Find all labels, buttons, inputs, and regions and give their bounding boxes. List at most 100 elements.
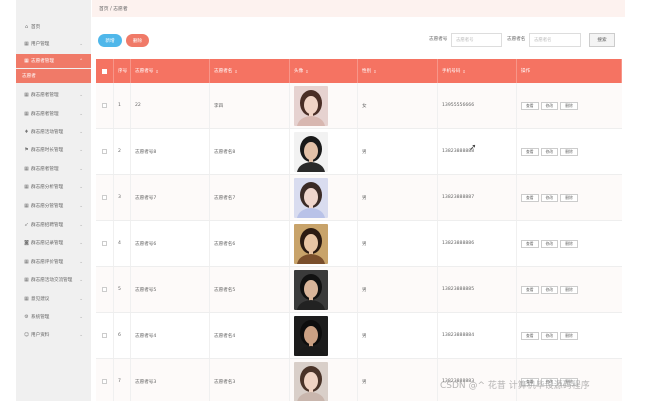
avatar-photo[interactable] — [294, 85, 328, 126]
sidebar-item[interactable]: ▦ 志愿者管理 ⌃ — [16, 54, 91, 68]
sidebar-item[interactable]: ▦ 群志愿者管理 ⌄ — [16, 107, 91, 121]
sidebar-item[interactable]: ▦ 群志愿分管管理 ⌄ — [16, 199, 91, 213]
header-select-all[interactable] — [96, 59, 114, 83]
view-button[interactable]: 查看 — [521, 331, 539, 340]
avatar-photo[interactable] — [294, 223, 328, 264]
chevron-down-icon[interactable]: ⌄ — [79, 42, 83, 47]
sidebar-item-label: 系统管理 — [31, 315, 50, 320]
header-gender[interactable]: 性别 ⇕ — [358, 59, 438, 83]
view-button[interactable]: 查看 — [521, 193, 539, 202]
view-button[interactable]: 查看 — [521, 101, 539, 110]
edit-button[interactable]: 修改 — [540, 285, 559, 294]
sidebar-item[interactable]: ▦ 群志愿评价管理 ⌄ — [16, 255, 91, 269]
row-checkbox[interactable] — [102, 149, 107, 154]
chevron-down-icon[interactable]: ⌄ — [79, 148, 83, 153]
chevron-down-icon[interactable]: ⌄ — [79, 93, 83, 98]
avatar-photo[interactable] — [294, 131, 328, 172]
chevron-down-icon[interactable]: ⌄ — [79, 297, 83, 302]
search-button[interactable]: 搜索 — [589, 33, 615, 47]
search-no-input[interactable]: 志愿者号 — [451, 33, 502, 47]
chevron-down-icon[interactable]: ⌄ — [79, 204, 83, 209]
sidebar-item-label: 群志愿活动交流管理 — [31, 278, 73, 283]
chevron-down-icon[interactable]: ⌄ — [79, 260, 83, 265]
edit-button[interactable]: 修改 — [540, 147, 559, 156]
avatar-photo[interactable] — [294, 315, 328, 356]
sidebar-item[interactable]: ⚙ 系统管理 ⌄ — [16, 310, 91, 324]
view-button[interactable]: 查看 — [521, 239, 539, 248]
header-volunteer-no[interactable]: 志愿者号 ⇕ — [131, 59, 210, 83]
header-avatar[interactable]: 头像 ⇕ — [290, 59, 358, 83]
sort-icon[interactable]: ⇕ — [462, 69, 465, 74]
chevron-down-icon[interactable]: ⌄ — [79, 333, 83, 338]
delete-row-button[interactable]: 删除 — [560, 101, 578, 110]
row-select[interactable] — [96, 129, 114, 174]
sidebar-item[interactable]: 志愿者 — [16, 69, 91, 83]
chevron-down-icon[interactable]: ⌄ — [79, 112, 83, 117]
sidebar-item[interactable]: ▦ 用户管理 ⌄ — [16, 37, 91, 51]
delete-row-button[interactable]: 删除 — [560, 331, 578, 340]
delete-row-button[interactable]: 删除 — [560, 147, 578, 156]
sidebar-item[interactable]: ⌂ 首页 — [16, 20, 91, 34]
sidebar-item[interactable]: ♦ 群志愿活动管理 ⌄ — [16, 125, 91, 139]
edit-button[interactable]: 修改 — [540, 331, 559, 340]
edit-button[interactable]: 修改 — [540, 193, 559, 202]
row-checkbox[interactable] — [102, 333, 107, 338]
row-checkbox[interactable] — [102, 287, 107, 292]
sort-icon[interactable]: ⇕ — [305, 69, 308, 74]
row-checkbox[interactable] — [102, 379, 107, 384]
header-phone[interactable]: 手机号码 ⇕ — [438, 59, 517, 83]
view-button[interactable]: 查看 — [521, 285, 539, 294]
row-checkbox[interactable] — [102, 195, 107, 200]
delete-row-button[interactable]: 删除 — [560, 285, 578, 294]
avatar-photo[interactable] — [294, 361, 328, 401]
chevron-down-icon[interactable]: ⌄ — [79, 130, 83, 135]
chevron-up-icon[interactable]: ⌃ — [79, 59, 83, 64]
sort-icon[interactable]: ⇕ — [373, 69, 376, 74]
chevron-down-icon[interactable]: ⌄ — [79, 278, 83, 283]
row-select[interactable] — [96, 359, 114, 401]
row-index: 7 — [114, 359, 131, 401]
select-all-checkbox[interactable] — [102, 68, 107, 74]
search-name-input[interactable]: 志愿者名 — [529, 33, 581, 47]
sort-icon[interactable]: ⇕ — [234, 69, 237, 74]
chevron-down-icon[interactable]: ⌄ — [79, 223, 83, 228]
row-checkbox[interactable] — [102, 241, 107, 246]
row-select[interactable] — [96, 83, 114, 128]
chevron-down-icon[interactable]: ⌄ — [79, 241, 83, 246]
row-select[interactable] — [96, 267, 114, 312]
row-volunteer-name: 志愿者名7 — [210, 175, 290, 220]
add-button[interactable]: 新增 — [98, 34, 122, 47]
sidebar-item[interactable]: ▦ 群志愿者管理 ⌄ — [16, 88, 91, 102]
header-volunteer-name[interactable]: 志愿者名 ⇕ — [210, 59, 290, 83]
sidebar-item[interactable]: ◙ 群志愿记录管理 ⌄ — [16, 236, 91, 250]
grid-icon: ▦ — [24, 41, 29, 47]
chevron-down-icon[interactable]: ⌄ — [79, 185, 83, 190]
sidebar-item-label: 群志愿活动管理 — [31, 130, 64, 135]
row-select[interactable] — [96, 221, 114, 266]
edit-button[interactable]: 修改 — [540, 101, 559, 110]
delete-row-button[interactable]: 删除 — [560, 193, 578, 202]
row-select[interactable] — [96, 313, 114, 358]
chevron-down-icon[interactable]: ⌄ — [79, 315, 83, 320]
sidebar-item[interactable]: ▦ 意见建议 ⌄ — [16, 292, 91, 306]
sidebar-item[interactable]: ⚑ 群志愿时长管理 ⌄ — [16, 143, 91, 157]
camera-icon: ◙ — [24, 240, 29, 246]
sort-icon[interactable]: ⇕ — [155, 69, 158, 74]
sidebar-item[interactable]: ☺ 用户资料 ⌄ — [16, 328, 91, 342]
avatar-photo[interactable] — [294, 177, 328, 218]
sidebar-item[interactable]: ➶ 群志愿招聘管理 ⌄ — [16, 218, 91, 232]
row-checkbox[interactable] — [102, 103, 107, 108]
row-phone: 13823888888 — [438, 129, 517, 174]
sidebar: ⌂ 首页 ▦ 用户管理 ⌄ ▦ 志愿者管理 ⌃ 志愿者 ▦ 群志愿者管理 ⌄ ▦ 群志愿者管理 ⌄ ♦ 群志愿活… — [16, 0, 91, 401]
edit-button[interactable]: 修改 — [540, 239, 559, 248]
avatar-photo[interactable] — [294, 269, 328, 310]
row-select[interactable] — [96, 175, 114, 220]
delete-row-button[interactable]: 删除 — [560, 239, 578, 248]
chevron-down-icon[interactable]: ⌄ — [79, 167, 83, 172]
view-button[interactable]: 查看 — [521, 147, 539, 156]
row-index: 2 — [114, 129, 131, 174]
sidebar-item[interactable]: ▦ 群志愿活动交流管理 ⌄ — [16, 273, 91, 287]
delete-button[interactable]: 删除 — [126, 34, 149, 47]
sidebar-item[interactable]: ▦ 群志愿者管理 ⌄ — [16, 162, 91, 176]
sidebar-item[interactable]: ▦ 群志愿分析管理 ⌄ — [16, 180, 91, 194]
